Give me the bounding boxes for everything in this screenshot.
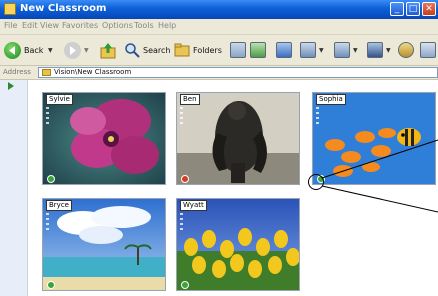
back-dropdown-icon[interactable]: ▼ — [48, 47, 53, 54]
menu-favorites[interactable]: Favorites — [62, 21, 98, 30]
up-folder-icon — [100, 43, 116, 59]
menu-tools[interactable]: Tools — [134, 21, 154, 30]
student-thumbnail-sylvie[interactable]: Sylvie — [42, 92, 166, 185]
menu-file[interactable]: File — [4, 21, 17, 30]
close-button[interactable]: ✕ — [422, 2, 436, 16]
folder-icon — [4, 3, 16, 15]
menu-bar: File Edit View Favorites Options Tools H… — [0, 19, 438, 34]
back-arrow-icon — [4, 42, 21, 59]
blank-dropdown-icon[interactable]: ▼ — [386, 47, 391, 54]
send-dropdown-icon[interactable]: ▼ — [353, 47, 358, 54]
student-name: Bryce — [46, 200, 72, 211]
forward-arrow-icon — [64, 42, 81, 59]
show-desktop-icon[interactable] — [250, 42, 266, 58]
forward-button[interactable]: ▼ — [64, 41, 90, 61]
student-thumbnail-ben[interactable]: Ben — [176, 92, 300, 185]
search-icon — [125, 43, 140, 58]
title-bar[interactable]: New Classroom _ □ ✕ — [0, 0, 438, 19]
blank-screen-icon[interactable] — [367, 42, 383, 58]
monitor-icon[interactable] — [300, 42, 316, 58]
toolbar: Back ▼ ▼ Search Folders ▼ ▼ ▼ — [0, 34, 438, 66]
content-area: Sylvie Ben Sophia Bryce Wyatt — [0, 80, 438, 296]
minimize-button[interactable]: _ — [390, 2, 404, 16]
menu-edit[interactable]: Edit — [22, 21, 38, 30]
student-name: Ben — [180, 94, 200, 105]
taskbar-strip — [46, 213, 50, 235]
view-thumbnails-icon[interactable] — [230, 42, 246, 58]
taskbar-strip — [180, 107, 184, 129]
taskbar-strip — [46, 107, 50, 129]
folders-icon — [174, 43, 190, 57]
forward-dropdown-icon[interactable]: ▼ — [84, 47, 89, 54]
classroom-icon — [42, 69, 51, 76]
status-indicator-icon — [47, 175, 55, 183]
menu-help[interactable]: Help — [158, 21, 176, 30]
status-indicator-icon — [181, 175, 189, 183]
maximize-button[interactable]: □ — [406, 2, 420, 16]
student-name: Sylvie — [46, 94, 73, 105]
flower-screenshot — [43, 93, 165, 184]
address-path: Vision\New Classroom — [54, 68, 132, 76]
student-thumbnail-sophia[interactable]: Sophia — [312, 92, 436, 185]
address-bar: Address Vision\New Classroom — [0, 66, 438, 80]
folders-label: Folders — [193, 46, 222, 55]
student-name: Wyatt — [180, 200, 207, 211]
search-button[interactable]: Search — [124, 41, 172, 61]
taskbar-strip — [180, 213, 184, 235]
left-pane — [0, 80, 28, 296]
callout-circle — [308, 174, 324, 190]
group-view-icon[interactable] — [276, 42, 292, 58]
more-tools-icon[interactable] — [420, 42, 436, 58]
fish-screenshot — [313, 93, 435, 184]
monitor-dropdown-icon[interactable]: ▼ — [319, 47, 324, 54]
student-thumbnail-bryce[interactable]: Bryce — [42, 198, 166, 291]
explorer-window: New Classroom _ □ ✕ File Edit View Favor… — [0, 0, 438, 296]
back-label: Back — [24, 46, 44, 55]
tulips-screenshot — [177, 199, 299, 290]
send-message-icon[interactable] — [334, 42, 350, 58]
sculpture-screenshot — [177, 93, 299, 184]
window-title: New Classroom — [20, 3, 107, 14]
search-label: Search — [143, 46, 171, 55]
student-thumbnail-wyatt[interactable]: Wyatt — [176, 198, 300, 291]
student-name: Sophia — [316, 94, 346, 105]
address-field[interactable]: Vision\New Classroom — [38, 67, 438, 78]
back-button[interactable]: Back ▼ — [4, 41, 56, 61]
address-label: Address — [3, 68, 31, 76]
up-folder-button[interactable] — [100, 41, 116, 61]
menu-view[interactable]: View — [40, 21, 59, 30]
shield-icon[interactable] — [398, 42, 414, 58]
taskbar-strip — [316, 107, 320, 129]
expand-arrow-icon[interactable] — [8, 82, 14, 90]
beach-screenshot — [43, 199, 165, 290]
status-indicator-icon — [181, 281, 189, 289]
status-indicator-icon — [47, 281, 55, 289]
menu-options[interactable]: Options — [102, 21, 133, 30]
folders-button[interactable]: Folders — [174, 41, 226, 61]
